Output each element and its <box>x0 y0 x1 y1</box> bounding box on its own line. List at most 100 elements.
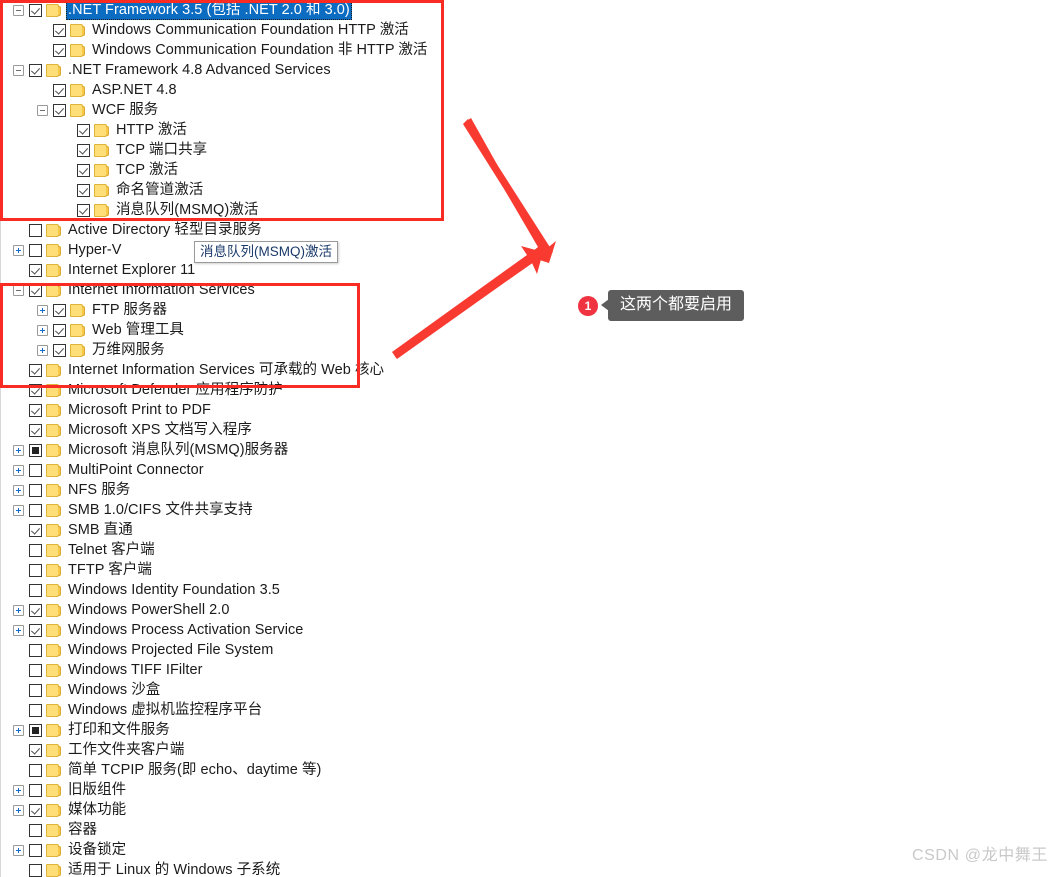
feature-checkbox[interactable] <box>29 743 42 757</box>
tree-row[interactable]: NFS 服务 <box>1 480 460 500</box>
tree-row[interactable]: Windows 虚拟机监控程序平台 <box>1 700 460 720</box>
tree-row[interactable]: 命名管道激活 <box>1 180 460 200</box>
feature-checkbox[interactable] <box>29 383 42 397</box>
feature-checkbox[interactable] <box>77 203 90 217</box>
tree-row[interactable]: Internet Information Services 可承载的 Web 核… <box>1 360 460 380</box>
expand-icon[interactable] <box>13 804 24 816</box>
tree-row[interactable]: 旧版组件 <box>1 780 460 800</box>
feature-checkbox[interactable] <box>77 163 90 177</box>
feature-checkbox[interactable] <box>29 243 42 257</box>
tree-row[interactable]: 设备锁定 <box>1 840 460 860</box>
feature-checkbox[interactable] <box>29 443 42 457</box>
feature-checkbox[interactable] <box>53 103 66 117</box>
collapse-icon[interactable] <box>13 64 24 76</box>
feature-checkbox[interactable] <box>53 83 66 97</box>
expand-icon[interactable] <box>13 244 24 256</box>
tree-row[interactable]: Windows TIFF IFilter <box>1 660 460 680</box>
tree-row[interactable]: TCP 端口共享 <box>1 140 460 160</box>
feature-checkbox[interactable] <box>29 463 42 477</box>
feature-checkbox[interactable] <box>29 403 42 417</box>
expand-icon[interactable] <box>13 784 24 796</box>
tree-row[interactable]: Windows Communication Foundation HTTP 激活 <box>1 20 460 40</box>
feature-checkbox[interactable] <box>29 3 42 17</box>
feature-checkbox[interactable] <box>77 143 90 157</box>
tree-row[interactable]: SMB 直通 <box>1 520 460 540</box>
feature-checkbox[interactable] <box>29 663 42 677</box>
expand-icon[interactable] <box>13 464 24 476</box>
feature-checkbox[interactable] <box>53 303 66 317</box>
tree-row[interactable]: Windows 沙盒 <box>1 680 460 700</box>
tree-row[interactable]: Telnet 客户端 <box>1 540 460 560</box>
expand-icon[interactable] <box>13 724 24 736</box>
feature-checkbox[interactable] <box>29 283 42 297</box>
expand-icon[interactable] <box>37 344 48 356</box>
tree-row[interactable]: Windows Communication Foundation 非 HTTP … <box>1 40 460 60</box>
feature-checkbox[interactable] <box>29 543 42 557</box>
tree-row[interactable]: Active Directory 轻型目录服务 <box>1 220 460 240</box>
tree-row[interactable]: TCP 激活 <box>1 160 460 180</box>
tree-row[interactable]: 媒体功能 <box>1 800 460 820</box>
tree-row[interactable]: Windows PowerShell 2.0 <box>1 600 460 620</box>
collapse-icon[interactable] <box>37 104 48 116</box>
tree-row[interactable]: Microsoft Print to PDF <box>1 400 460 420</box>
tree-row[interactable]: Windows Projected File System <box>1 640 460 660</box>
tree-row[interactable]: 简单 TCPIP 服务(即 echo、daytime 等) <box>1 760 460 780</box>
tree-row[interactable]: Internet Explorer 11 <box>1 260 460 280</box>
tree-row[interactable]: 工作文件夹客户端 <box>1 740 460 760</box>
feature-checkbox[interactable] <box>29 643 42 657</box>
tree-row[interactable]: WCF 服务 <box>1 100 460 120</box>
feature-checkbox[interactable] <box>29 603 42 617</box>
tree-row[interactable]: 消息队列(MSMQ)激活 <box>1 200 460 220</box>
tree-row[interactable]: FTP 服务器 <box>1 300 460 320</box>
feature-checkbox[interactable] <box>53 323 66 337</box>
tree-row[interactable]: HTTP 激活 <box>1 120 460 140</box>
tree-row[interactable]: Windows Identity Foundation 3.5 <box>1 580 460 600</box>
expand-icon[interactable] <box>13 624 24 636</box>
tree-row[interactable]: 打印和文件服务 <box>1 720 460 740</box>
tree-row[interactable]: 适用于 Linux 的 Windows 子系统 <box>1 860 460 877</box>
tree-row[interactable]: ASP.NET 4.8 <box>1 80 460 100</box>
tree-row[interactable]: MultiPoint Connector <box>1 460 460 480</box>
tree-row[interactable]: Internet Information Services <box>1 280 460 300</box>
feature-checkbox[interactable] <box>29 583 42 597</box>
feature-checkbox[interactable] <box>29 523 42 537</box>
feature-checkbox[interactable] <box>29 703 42 717</box>
tree-row[interactable]: SMB 1.0/CIFS 文件共享支持 <box>1 500 460 520</box>
feature-checkbox[interactable] <box>29 563 42 577</box>
expand-icon[interactable] <box>13 484 24 496</box>
expand-icon[interactable] <box>37 304 48 316</box>
tree-row[interactable]: .NET Framework 3.5 (包括 .NET 2.0 和 3.0) <box>1 0 460 20</box>
tree-row[interactable]: TFTP 客户端 <box>1 560 460 580</box>
feature-checkbox[interactable] <box>53 23 66 37</box>
tree-row[interactable]: 万维网服务 <box>1 340 460 360</box>
feature-checkbox[interactable] <box>29 763 42 777</box>
tree-row[interactable]: Microsoft XPS 文档写入程序 <box>1 420 460 440</box>
feature-checkbox[interactable] <box>29 363 42 377</box>
tree-row[interactable]: .NET Framework 4.8 Advanced Services <box>1 60 460 80</box>
feature-checkbox[interactable] <box>29 483 42 497</box>
feature-checkbox[interactable] <box>29 783 42 797</box>
tree-row[interactable]: Windows Process Activation Service <box>1 620 460 640</box>
tree-row[interactable]: Microsoft Defender 应用程序防护 <box>1 380 460 400</box>
windows-features-tree[interactable]: .NET Framework 3.5 (包括 .NET 2.0 和 3.0) Wi… <box>0 0 460 877</box>
expand-icon[interactable] <box>13 844 24 856</box>
expand-icon[interactable] <box>13 604 24 616</box>
feature-checkbox[interactable] <box>77 183 90 197</box>
feature-checkbox[interactable] <box>77 123 90 137</box>
feature-checkbox[interactable] <box>53 343 66 357</box>
feature-checkbox[interactable] <box>29 623 42 637</box>
feature-checkbox[interactable] <box>29 223 42 237</box>
feature-checkbox[interactable] <box>29 863 42 877</box>
feature-checkbox[interactable] <box>29 723 42 737</box>
expand-icon[interactable] <box>13 444 24 456</box>
collapse-icon[interactable] <box>13 4 24 16</box>
feature-checkbox[interactable] <box>29 503 42 517</box>
tree-row[interactable]: 容器 <box>1 820 460 840</box>
feature-checkbox[interactable] <box>29 63 42 77</box>
tree-row[interactable]: Microsoft 消息队列(MSMQ)服务器 <box>1 440 460 460</box>
feature-checkbox[interactable] <box>29 683 42 697</box>
feature-checkbox[interactable] <box>29 843 42 857</box>
feature-checkbox[interactable] <box>29 423 42 437</box>
expand-icon[interactable] <box>13 504 24 516</box>
feature-checkbox[interactable] <box>53 43 66 57</box>
